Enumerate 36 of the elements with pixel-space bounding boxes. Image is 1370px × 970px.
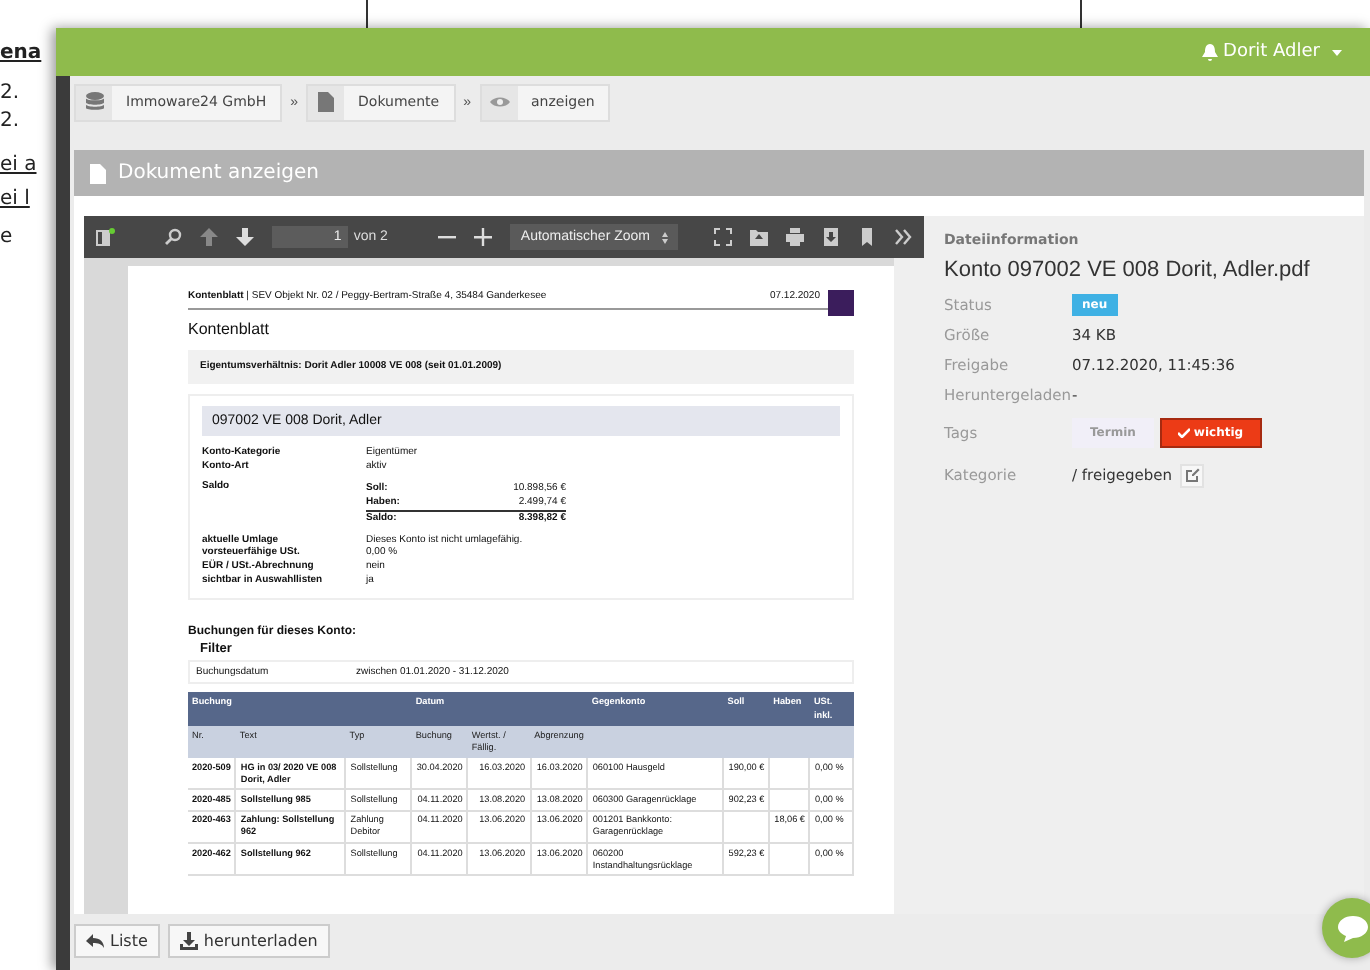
open-folder-icon[interactable] [750, 228, 768, 246]
caret-icon [1332, 49, 1342, 55]
background-text: 2. [0, 82, 22, 104]
plus-icon[interactable] [474, 228, 493, 246]
file-icon [90, 163, 106, 183]
eye-icon [489, 96, 509, 108]
download-icon [179, 932, 198, 950]
file-icon [318, 92, 335, 112]
edit-button[interactable] [1180, 463, 1205, 487]
fullscreen-icon[interactable] [714, 228, 732, 246]
up-arrow-icon[interactable] [199, 228, 218, 246]
print-icon[interactable] [786, 228, 804, 246]
chevrons-icon[interactable] [894, 228, 912, 246]
reply-arrow-icon [86, 934, 104, 948]
dropdown-arrows-icon [662, 231, 668, 243]
download-button[interactable]: herunterladen [167, 924, 330, 958]
background-text: ei l [0, 188, 32, 210]
file-name: Konto 097002 VE 008 Dorit, Adler.pdf [944, 258, 1312, 282]
document-title: Kontenblatt [188, 320, 271, 342]
sidebar-toggle-icon[interactable] [96, 228, 116, 246]
background-text: e [0, 226, 15, 248]
bookmark-icon[interactable] [858, 228, 876, 246]
list-button[interactable]: Liste [74, 924, 160, 958]
speech-bubble-icon [1337, 915, 1367, 941]
download-icon[interactable] [822, 228, 840, 246]
background-text: ei a [0, 154, 39, 176]
edit-icon [1185, 468, 1200, 482]
background-text: 2. [0, 110, 22, 132]
bell-icon [1201, 43, 1218, 61]
search-icon[interactable] [163, 228, 182, 246]
database-icon [85, 92, 103, 112]
background-text: ena [0, 42, 44, 64]
panel-title: Dokument anzeigen [118, 162, 319, 184]
check-icon [1177, 428, 1190, 438]
company-logo [828, 290, 854, 316]
down-arrow-icon[interactable] [235, 228, 254, 246]
